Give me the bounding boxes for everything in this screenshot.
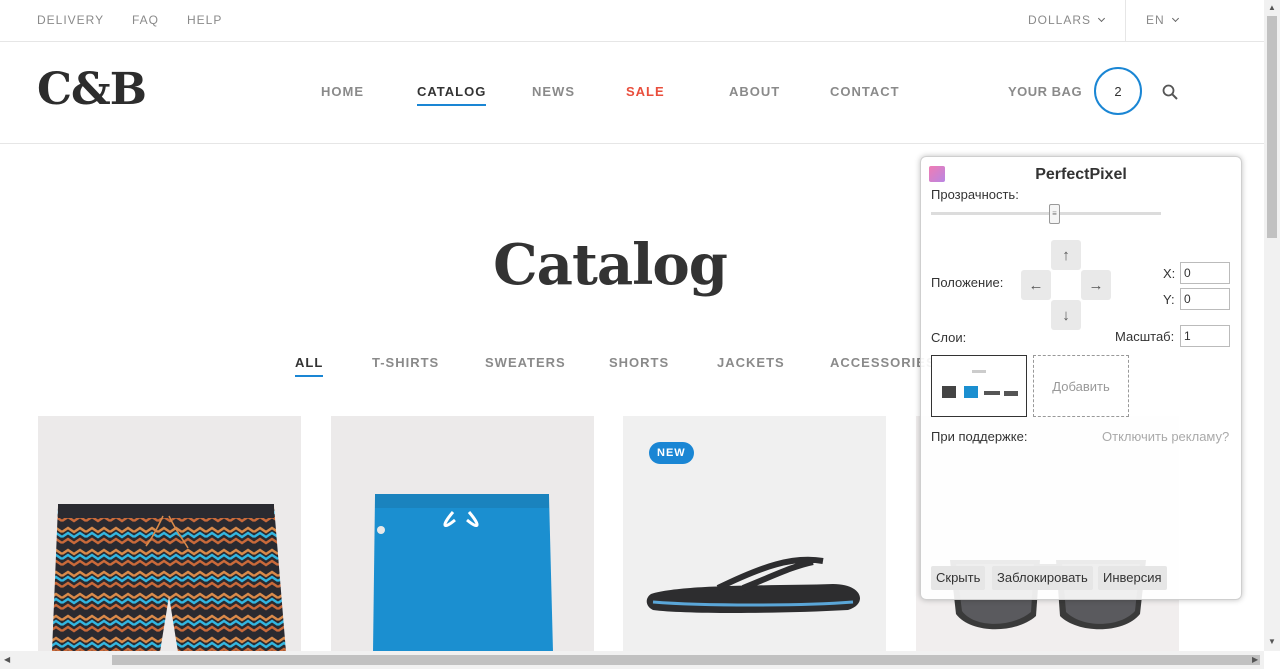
- language-label: EN: [1146, 13, 1165, 27]
- arrow-right-icon: →: [1088, 276, 1104, 294]
- your-bag-label[interactable]: YOUR BAG: [1008, 84, 1082, 99]
- opacity-label: Прозрачность:: [931, 187, 1019, 202]
- layer-thumbnail[interactable]: [931, 355, 1027, 417]
- scroll-down-icon[interactable]: ▼: [1268, 637, 1276, 646]
- bag-count-button[interactable]: 2: [1094, 67, 1142, 115]
- product-image-blue-pants: [373, 494, 553, 652]
- perfectpixel-title: PerfectPixel: [1035, 166, 1127, 183]
- topbar-divider: [1125, 0, 1126, 42]
- move-right-button[interactable]: →: [1081, 270, 1111, 300]
- nav-sale[interactable]: SALE: [626, 84, 665, 99]
- scroll-left-icon[interactable]: ◀: [4, 655, 10, 664]
- product-image-patterned-shorts: [52, 504, 286, 652]
- layers-label: Слои:: [931, 330, 967, 345]
- opacity-slider-handle[interactable]: ≡: [1049, 204, 1060, 224]
- support-label: При поддержке:: [931, 429, 1028, 444]
- main-header: C&B HOME CATALOG NEWS SALE ABOUT CONTACT…: [0, 42, 1264, 144]
- y-offset-input[interactable]: 0: [1180, 288, 1230, 310]
- arrow-left-icon: ←: [1028, 276, 1044, 294]
- arrow-down-icon: ↓: [1062, 306, 1070, 324]
- hide-button[interactable]: Скрыть: [931, 566, 986, 590]
- delivery-link[interactable]: DELIVERY: [37, 13, 104, 27]
- new-badge: NEW: [649, 442, 694, 464]
- x-offset-input[interactable]: 0: [1180, 262, 1230, 284]
- scroll-right-icon[interactable]: ▶: [1252, 655, 1258, 664]
- nav-home[interactable]: HOME: [321, 84, 364, 99]
- scale-label: Масштаб:: [1115, 329, 1175, 344]
- horizontal-scroll-thumb[interactable]: [112, 655, 1260, 665]
- filter-shorts[interactable]: SHORTS: [609, 355, 669, 370]
- product-card[interactable]: NEW: [623, 416, 886, 652]
- lock-button[interactable]: Заблокировать: [992, 566, 1093, 590]
- x-label: X:: [1163, 266, 1176, 281]
- top-bar: DELIVERY FAQ HELP DOLLARS EN: [0, 0, 1264, 42]
- filter-all[interactable]: ALL: [295, 355, 324, 377]
- y-label: Y:: [1163, 292, 1175, 307]
- vertical-scroll-thumb[interactable]: [1267, 16, 1277, 238]
- product-card[interactable]: [38, 416, 301, 652]
- move-up-button[interactable]: ↑: [1051, 240, 1081, 270]
- filter-jackets[interactable]: JACKETS: [717, 355, 785, 370]
- arrow-up-icon: ↑: [1062, 246, 1070, 264]
- perfectpixel-panel[interactable]: PerfectPixel Прозрачность: ≡ Положение: …: [920, 156, 1242, 600]
- currency-label: DOLLARS: [1028, 13, 1092, 27]
- currency-dropdown[interactable]: DOLLARS: [1028, 13, 1104, 27]
- vertical-scrollbar[interactable]: ▲ ▼: [1264, 0, 1280, 651]
- filter-sweaters[interactable]: SWEATERS: [485, 355, 566, 370]
- brand-logo[interactable]: C&B: [37, 64, 147, 115]
- disable-ads-link[interactable]: Отключить рекламу?: [1102, 429, 1229, 444]
- invert-button[interactable]: Инверсия: [1098, 566, 1167, 590]
- add-layer-button[interactable]: Добавить: [1033, 355, 1129, 417]
- bag-count: 2: [1114, 83, 1122, 99]
- horizontal-scrollbar[interactable]: ◀ ▶: [0, 651, 1264, 669]
- scale-input[interactable]: 1: [1180, 325, 1230, 347]
- filter-tshirts[interactable]: T-SHIRTS: [372, 355, 439, 370]
- nav-news[interactable]: NEWS: [532, 84, 575, 99]
- faq-link[interactable]: FAQ: [132, 13, 159, 27]
- position-label: Положение:: [931, 275, 1004, 290]
- nav-contact[interactable]: CONTACT: [830, 84, 900, 99]
- move-down-button[interactable]: ↓: [1051, 300, 1081, 330]
- product-card[interactable]: [331, 416, 594, 652]
- opacity-slider-track[interactable]: [931, 212, 1161, 215]
- nav-catalog[interactable]: CATALOG: [417, 84, 487, 106]
- language-dropdown[interactable]: EN: [1146, 13, 1178, 27]
- help-link[interactable]: HELP: [187, 13, 222, 27]
- search-icon[interactable]: [1162, 84, 1178, 100]
- nav-about[interactable]: ABOUT: [729, 84, 780, 99]
- scroll-up-icon[interactable]: ▲: [1268, 3, 1276, 12]
- move-left-button[interactable]: ←: [1021, 270, 1051, 300]
- layer-preview-image: [942, 370, 1018, 398]
